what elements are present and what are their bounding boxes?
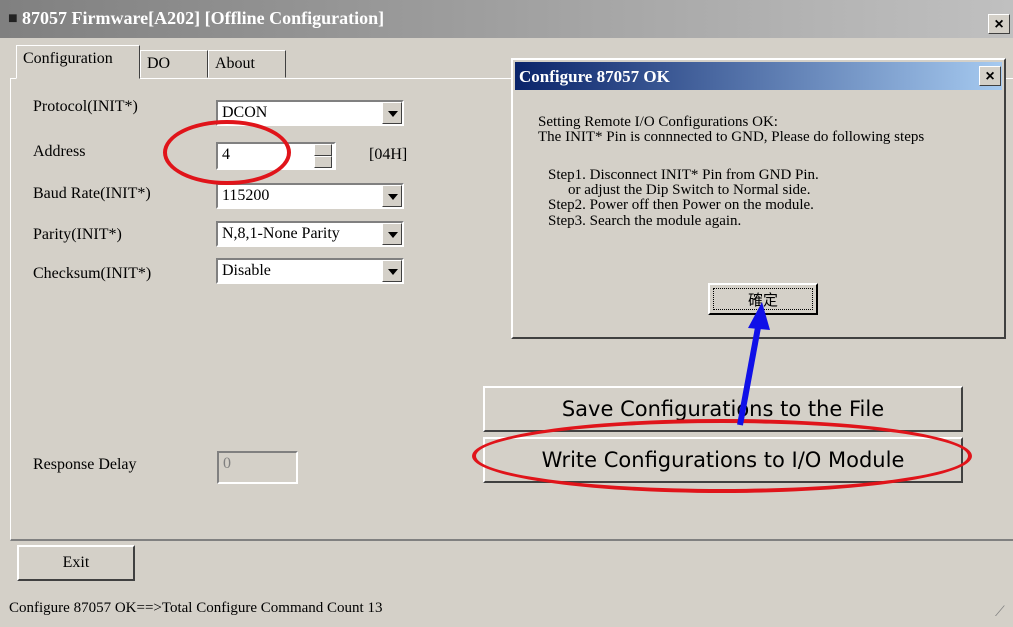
annotation-arrow-layer (737, 302, 770, 426)
annotation-arrow-shaft (737, 321, 762, 426)
annotation-arrow-head (748, 302, 770, 330)
tab-configuration[interactable]: Configuration (16, 45, 140, 79)
